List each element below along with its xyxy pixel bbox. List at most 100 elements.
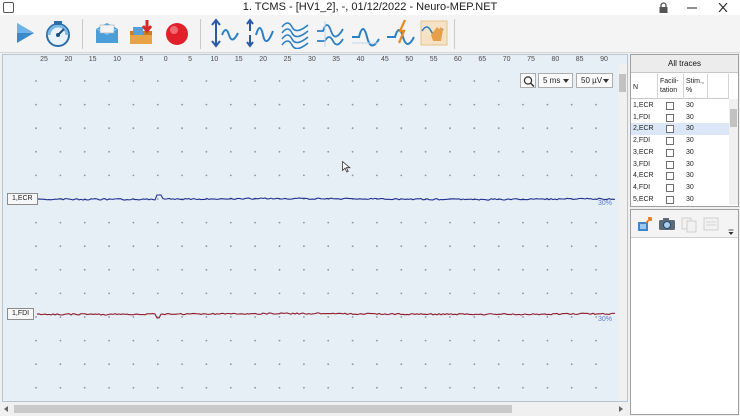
magnifier-icon bbox=[523, 76, 535, 88]
record-button[interactable] bbox=[162, 17, 192, 49]
scale-traces-button[interactable] bbox=[245, 17, 275, 49]
traces-scrollbar[interactable] bbox=[729, 99, 738, 205]
title-bar: 1. TCMS - [HV1_2], -, 01/12/2022 - Neuro… bbox=[0, 0, 740, 15]
manual-mark-button[interactable] bbox=[419, 17, 449, 49]
minimize-icon bbox=[687, 7, 697, 9]
plot-canvas bbox=[35, 80, 616, 389]
facilitation-checkbox[interactable] bbox=[666, 137, 674, 146]
trace-row[interactable]: 4,ECR 30 bbox=[631, 170, 729, 182]
trace-name: 4,ECR bbox=[633, 172, 654, 180]
close-button[interactable] bbox=[711, 0, 735, 15]
trace-row[interactable]: 3,ECR 30 bbox=[631, 147, 729, 159]
trace-row[interactable]: 1,ECR 30 bbox=[631, 100, 729, 112]
single-wave-button[interactable] bbox=[350, 17, 380, 49]
start-button[interactable] bbox=[10, 17, 40, 49]
gauge-icon bbox=[46, 21, 70, 47]
open-button[interactable] bbox=[92, 17, 122, 49]
ecr-percent-label: 30% bbox=[598, 200, 613, 207]
stim-value: 30 bbox=[686, 183, 694, 191]
overlay-traces-button[interactable] bbox=[280, 17, 310, 49]
window-title: 1. TCMS - [HV1_2], -, 01/12/2022 - Neuro… bbox=[242, 1, 498, 13]
waveform-icon bbox=[352, 28, 380, 47]
move-traces-button[interactable] bbox=[210, 17, 240, 49]
trace-row[interactable]: 2,ECR 30 bbox=[631, 123, 729, 136]
scrollbar-thumb[interactable] bbox=[14, 405, 512, 413]
scroll-left-icon[interactable] bbox=[4, 406, 8, 412]
markers-button[interactable] bbox=[315, 17, 345, 49]
column-header-empty bbox=[708, 74, 729, 99]
scrollbar-thumb[interactable] bbox=[730, 109, 737, 127]
trace-name: 5,ECR bbox=[633, 195, 654, 203]
column-header-n[interactable]: N bbox=[631, 74, 658, 99]
move-traces-up-down-icon bbox=[211, 18, 239, 48]
all-traces-panel: All traces N Facili- tation Stim., % 1,E… bbox=[630, 54, 739, 207]
minimize-button[interactable] bbox=[680, 0, 704, 15]
grid-dots bbox=[35, 80, 597, 389]
lock-icon[interactable] bbox=[658, 2, 669, 13]
plot-horizontal-scrollbar[interactable] bbox=[2, 403, 628, 415]
scroll-right-icon[interactable] bbox=[619, 406, 623, 412]
trace-name: 1,ECR bbox=[633, 102, 654, 109]
trace-name: 2,ECR bbox=[633, 125, 654, 133]
scale-traces-icon bbox=[246, 18, 274, 48]
copy-disabled-icon[interactable] bbox=[680, 215, 698, 233]
trace-name: 3,ECR bbox=[633, 148, 654, 156]
export-icon[interactable] bbox=[636, 215, 654, 233]
trace-name: 4,FDI bbox=[633, 183, 651, 191]
waveform-markers-icon bbox=[317, 21, 344, 47]
channel-label-fdi[interactable]: 1,FDI bbox=[7, 308, 35, 320]
timebase-value: 5 ms bbox=[543, 76, 561, 85]
fdi-percent-label: 30% bbox=[598, 316, 613, 323]
zoom-button[interactable] bbox=[520, 73, 536, 88]
trace-name: 2,FDI bbox=[633, 137, 651, 145]
tools-toolbar bbox=[631, 210, 738, 238]
timebase-select[interactable]: 5 ms bbox=[538, 73, 573, 88]
stim-value: 30 bbox=[686, 195, 694, 203]
facilitation-checkbox[interactable] bbox=[666, 113, 674, 122]
camera-icon[interactable] bbox=[658, 215, 676, 233]
trace-row[interactable]: 3,FDI 30 bbox=[631, 159, 729, 171]
trace-row[interactable]: 1,FDI 30 bbox=[631, 112, 729, 124]
stimulus-button[interactable] bbox=[385, 17, 415, 49]
traces-plot[interactable]: 25 20 15 10 5 0 5 10 15 20 25 30 35 40 45 50 55 60 65 70 75 8… bbox=[2, 54, 628, 402]
ecr-trace bbox=[36, 194, 616, 201]
column-header-stim[interactable]: Stim., % bbox=[684, 74, 708, 99]
facilitation-checkbox[interactable] bbox=[666, 172, 674, 181]
save-button[interactable] bbox=[127, 17, 157, 49]
panel-title: All traces bbox=[631, 55, 738, 73]
trace-row[interactable]: 4,FDI 30 bbox=[631, 182, 729, 194]
record-icon bbox=[166, 23, 188, 45]
facilitation-checkbox[interactable] bbox=[666, 125, 674, 134]
sensitivity-select[interactable]: 50 µV bbox=[576, 73, 613, 88]
facilitation-checkbox[interactable] bbox=[666, 148, 674, 157]
column-header-facilitation[interactable]: Facili- tation bbox=[658, 74, 684, 99]
stim-header-text: Stim., % bbox=[686, 78, 704, 94]
trace-row[interactable]: 2,FDI 30 bbox=[631, 135, 729, 147]
sensitivity-value: 50 µV bbox=[581, 76, 603, 85]
facilitation-checkbox[interactable] bbox=[666, 183, 674, 192]
trace-name: 1,FDI bbox=[633, 113, 651, 121]
mouse-pointer-icon bbox=[342, 161, 351, 173]
stimulus-waveform-icon bbox=[387, 19, 415, 45]
stim-value: 30 bbox=[686, 125, 694, 133]
toolbar-separator bbox=[454, 19, 455, 49]
facilitation-checkbox[interactable] bbox=[666, 160, 674, 169]
overflow-chevron-icon[interactable] bbox=[728, 228, 734, 236]
channel-label-ecr[interactable]: 1,ECR bbox=[7, 193, 38, 205]
stim-value: 30 bbox=[686, 102, 694, 109]
facilitation-header-text: Facili- tation bbox=[660, 78, 679, 94]
stim-value: 30 bbox=[686, 148, 694, 156]
settings-gauge-button[interactable] bbox=[43, 17, 73, 49]
stim-value: 30 bbox=[686, 172, 694, 180]
facilitation-checkbox[interactable] bbox=[666, 195, 674, 204]
trace-name: 3,FDI bbox=[633, 160, 651, 168]
plot-vertical-scrollbar[interactable] bbox=[618, 64, 627, 400]
scrollbar-thumb[interactable] bbox=[619, 74, 626, 92]
trace-row[interactable]: 5,ECR 30 bbox=[631, 194, 729, 206]
stim-value: 30 bbox=[686, 137, 694, 145]
list-disabled-icon[interactable] bbox=[702, 215, 720, 233]
close-icon bbox=[718, 3, 728, 12]
chevron-down-icon bbox=[603, 79, 609, 83]
stim-value: 30 bbox=[686, 113, 694, 121]
facilitation-checkbox[interactable] bbox=[666, 102, 674, 110]
